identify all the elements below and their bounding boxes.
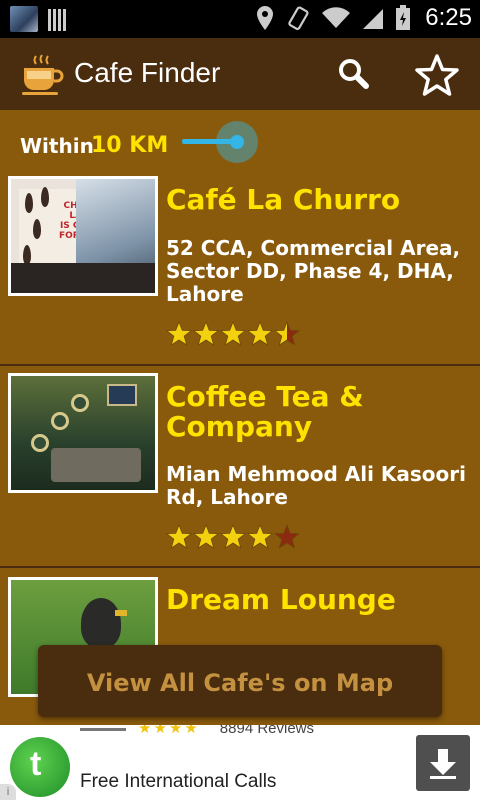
star-icon[interactable] [414, 52, 460, 98]
ad-rating-text: 8894 Reviews [219, 725, 315, 737]
rating-stars [166, 321, 300, 347]
ad-banner[interactable]: i ★★★★ 8894 Reviews Free International Ca… [0, 725, 480, 800]
cafe-name: Coffee Tea & Company [166, 380, 364, 443]
star-filled-icon [166, 524, 192, 549]
star-filled-icon [247, 321, 273, 346]
cafe-name: Dream Lounge [166, 583, 396, 616]
view-map-button-label: View All Cafe's on Map [86, 669, 394, 697]
app-bar: Cafe Finder [0, 38, 480, 110]
star-filled-icon [166, 321, 192, 346]
cafe-photo [8, 373, 158, 493]
cafe-list-screen: Within 10 KM CHOCO LATE IS GOOD FOR YOU … [0, 110, 480, 725]
barcode-icon [48, 7, 66, 31]
view-map-button[interactable]: View All Cafe's on Map [38, 645, 442, 717]
ad-info-icon[interactable]: i [0, 784, 16, 800]
signal-icon [363, 9, 384, 29]
star-filled-icon [247, 524, 273, 549]
wifi-icon [322, 7, 351, 29]
distance-label: Within [20, 134, 94, 158]
battery-icon [396, 5, 411, 30]
cafe-name: Café La Churro [166, 183, 401, 216]
cafe-address: 52 CCA, Commercial Area, Sector DD, Phas… [166, 236, 461, 306]
user-avatar-icon [10, 6, 38, 32]
list-item[interactable]: Coffee Tea & Company Mian Mehmood Ali Ka… [0, 366, 480, 568]
star-filled-icon [193, 321, 219, 346]
app-logo-icon [10, 737, 70, 797]
star-filled-icon [193, 524, 219, 549]
status-bar: 6:25 [0, 0, 480, 38]
distance-slider-thumb[interactable] [216, 121, 258, 163]
ad-title: Free International Calls [80, 771, 277, 792]
rating-stars [166, 524, 300, 550]
distance-filter: Within 10 KM [0, 110, 480, 176]
star-filled-icon [220, 524, 246, 549]
star-empty-icon [274, 524, 300, 549]
cafe-photo: CHOCO LATE IS GOOD FOR YOU [8, 176, 158, 296]
list-item[interactable]: CHOCO LATE IS GOOD FOR YOU Café La Churr… [0, 176, 480, 366]
ad-rating-stars: ★★★★ [138, 725, 200, 737]
location-icon [257, 6, 274, 30]
vibrate-icon [288, 6, 309, 31]
star-filled-icon [220, 321, 246, 346]
download-icon [430, 749, 456, 779]
download-button[interactable] [416, 735, 470, 791]
search-icon[interactable] [334, 54, 374, 94]
clock: 6:25 [425, 4, 472, 31]
coffee-cup-icon [22, 54, 64, 95]
ad-rating: ★★★★ 8894 Reviews [80, 725, 314, 737]
star-half-icon [274, 321, 300, 346]
app-title: Cafe Finder [74, 57, 221, 88]
cafe-address: Mian Mehmood Ali Kasoori Rd, Lahore [166, 462, 467, 509]
distance-value: 10 KM [91, 133, 169, 158]
